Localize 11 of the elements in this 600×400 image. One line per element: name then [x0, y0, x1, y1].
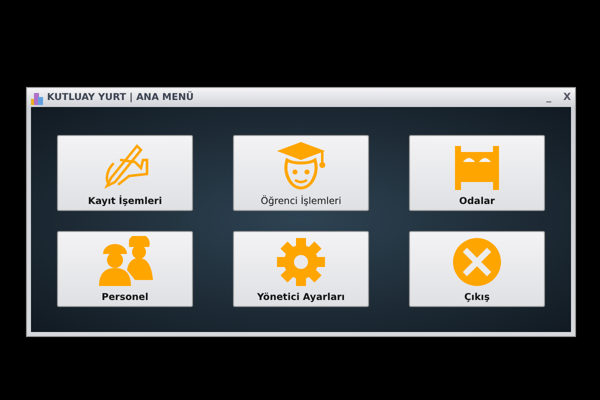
buildings-icon — [31, 90, 43, 104]
workers-icon — [97, 236, 153, 288]
minimize-button[interactable]: _ — [546, 92, 552, 103]
menu-button[interactable]: Odalar — [409, 135, 545, 211]
close-button[interactable]: X — [563, 92, 571, 103]
window-title: KUTLUAY YURT | ANA MENÜ — [47, 92, 195, 103]
menu-button[interactable]: Öğrenci İşlemleri — [233, 135, 369, 211]
menu-button[interactable]: Çıkış — [409, 231, 545, 307]
menu-button[interactable]: Kayıt İşemleri — [57, 135, 193, 211]
menu-button[interactable]: Yönetici Ayarları — [233, 231, 369, 307]
menu-button[interactable]: Personel — [57, 231, 193, 307]
